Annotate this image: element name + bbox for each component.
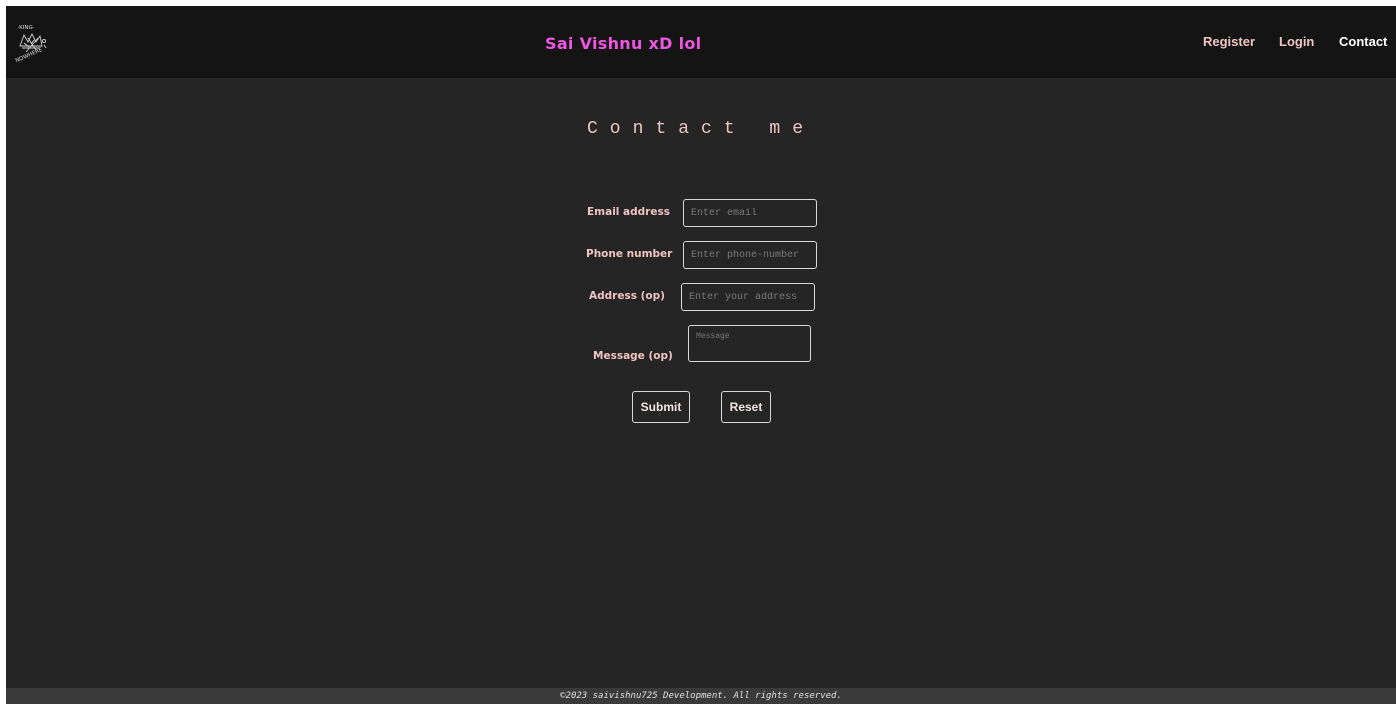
navbar: ·KING· NOWHERE Sai Vishnu xD lol Registe…: [6, 6, 1396, 78]
page-frame: ·KING· NOWHERE Sai Vishnu xD lol Registe…: [6, 6, 1396, 704]
page-title: Contact me: [586, 119, 816, 139]
message-label: Message (op): [593, 350, 673, 362]
reset-button[interactable]: Reset: [721, 391, 771, 423]
message-textarea[interactable]: [688, 325, 811, 362]
email-label: Email address: [587, 206, 670, 218]
address-input[interactable]: [681, 283, 815, 311]
phone-input[interactable]: [683, 241, 817, 269]
footer: ©2023 saivishnu725 Development. All righ…: [6, 688, 1396, 704]
nav-link-register[interactable]: Register: [1203, 34, 1255, 49]
address-label: Address (op): [589, 290, 665, 302]
site-brand-title[interactable]: Sai Vishnu xD lol: [545, 34, 701, 53]
nav-link-contact[interactable]: Contact: [1339, 34, 1387, 49]
submit-button[interactable]: Submit: [632, 391, 690, 423]
phone-label: Phone number: [586, 248, 673, 260]
logo-text-top: ·KING·: [17, 25, 34, 31]
logo-text-bottom: NOWHERE: [15, 47, 44, 64]
footer-copyright: ©2023 saivishnu725 Development. All righ…: [560, 691, 842, 701]
king-nowhere-logo-icon[interactable]: ·KING· NOWHERE: [10, 18, 58, 66]
email-input[interactable]: [683, 199, 817, 227]
nav-link-login[interactable]: Login: [1279, 34, 1314, 49]
